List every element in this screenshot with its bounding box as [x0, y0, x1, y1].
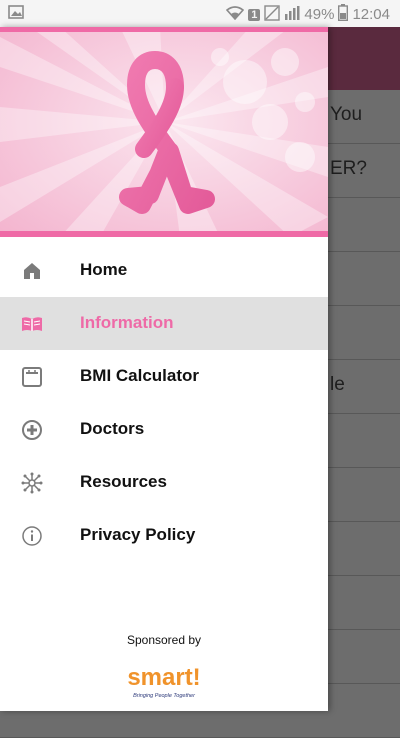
menu-item-information[interactable]: Information [0, 297, 328, 350]
drawer-menu: Home Information BMI Calculator Doctors … [0, 244, 328, 562]
background-list-item-text: le [330, 374, 345, 395]
home-icon [20, 259, 44, 283]
banner-background [0, 27, 328, 237]
menu-item-bmi-calculator[interactable]: BMI Calculator [0, 350, 328, 403]
menu-item-label: Doctors [80, 419, 145, 438]
plus-circle-icon [20, 418, 44, 442]
background-list-item-text: You [330, 104, 363, 125]
sponsor-label: Sponsored by [126, 633, 202, 647]
logo-tagline: Bringing People Together [133, 693, 196, 699]
menu-item-label: Privacy Policy [80, 525, 196, 544]
sponsor-section: Sponsored by smart! Bringing People Toge… [0, 633, 328, 699]
clock: 12:04 [352, 6, 390, 23]
background-list-item-text: ER? [330, 158, 367, 179]
logo-text: smart! [127, 664, 200, 691]
menu-item-label: Information [80, 313, 174, 332]
menu-item-home[interactable]: Home [0, 244, 328, 297]
battery-icon [338, 4, 349, 25]
menu-item-label: Home [80, 260, 128, 279]
battery-percent: 49% [304, 6, 335, 23]
menu-item-label: BMI Calculator [80, 366, 200, 385]
signal-bars-icon [284, 5, 300, 25]
book-icon [20, 312, 44, 336]
navigation-drawer: Home Information BMI Calculator Doctors … [0, 27, 328, 711]
menu-item-doctors[interactable]: Doctors [0, 403, 328, 456]
menu-item-privacy-policy[interactable]: Privacy Policy [0, 509, 328, 562]
status-bar: 1 49% 12:04 [0, 0, 400, 27]
wifi-icon [226, 5, 245, 24]
banner-top-border [0, 27, 328, 32]
info-icon [20, 524, 44, 548]
network-icon [20, 471, 44, 495]
scale-icon [20, 365, 44, 389]
menu-item-label: Resources [80, 472, 167, 491]
signal-empty-icon [264, 4, 281, 25]
menu-item-resources[interactable]: Resources [0, 456, 328, 509]
gallery-notification-icon [8, 5, 24, 23]
sim-badge: 1 [248, 8, 261, 21]
smart-logo[interactable]: smart! Bringing People Together [126, 655, 202, 703]
drawer-banner [0, 27, 328, 237]
banner-bottom-border [0, 231, 328, 237]
